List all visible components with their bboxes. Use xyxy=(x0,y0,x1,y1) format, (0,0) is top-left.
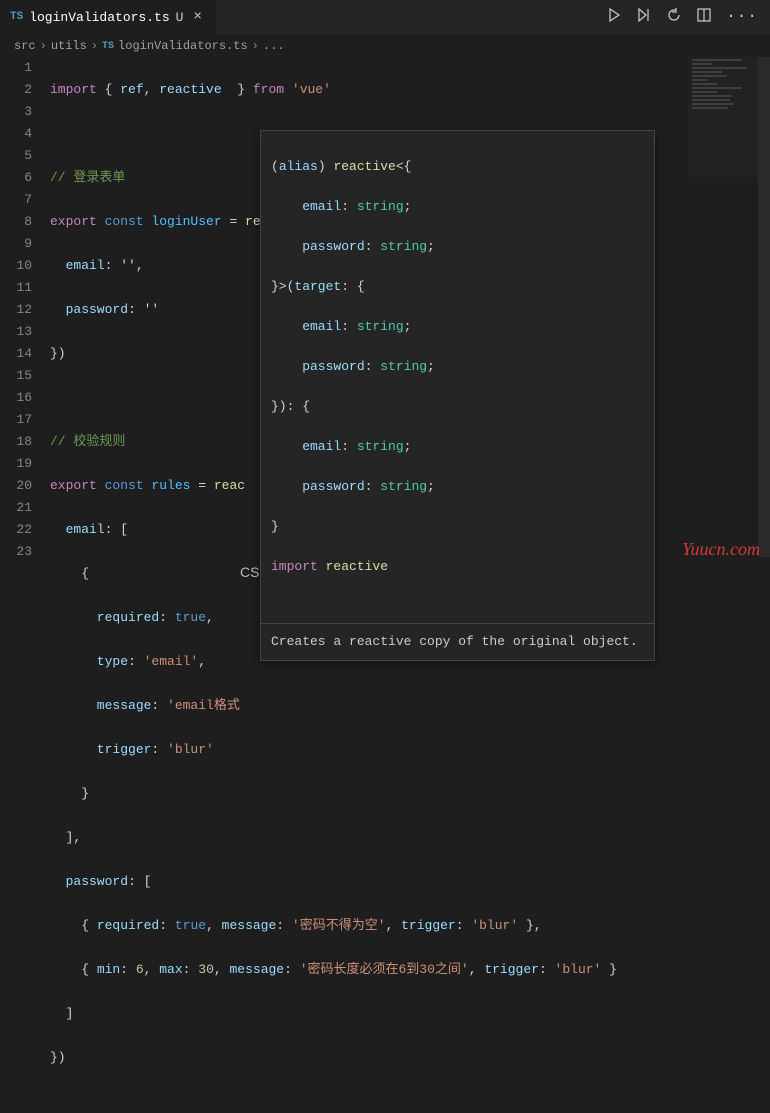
split-editor-icon[interactable] xyxy=(696,7,712,27)
tab-title: loginValidators.ts xyxy=(29,10,169,25)
hover-signature: (alias) reactive<{ email: string; passwo… xyxy=(261,131,654,624)
line-gutter: 1234567891011121314151617181920212223 xyxy=(0,57,50,567)
run-debug-icon[interactable] xyxy=(636,7,652,27)
watermark-yuucn: Yuucn.com xyxy=(682,539,760,560)
run-icon[interactable] xyxy=(606,7,622,27)
more-icon[interactable]: ··· xyxy=(726,7,758,27)
typescript-icon: TS xyxy=(10,11,23,23)
minimap[interactable] xyxy=(688,57,758,177)
tab-modified-status: U xyxy=(176,10,184,25)
tab-bar: TS loginValidators.ts U × ··· xyxy=(0,0,770,35)
breadcrumb-file[interactable]: loginValidators.ts xyxy=(118,39,248,53)
breadcrumb-tail[interactable]: ... xyxy=(263,39,285,53)
typescript-icon: TS xyxy=(102,41,114,52)
chevron-right-icon: › xyxy=(40,39,47,53)
intellisense-hover[interactable]: (alias) reactive<{ email: string; passwo… xyxy=(260,130,655,661)
close-icon[interactable]: × xyxy=(189,9,205,25)
chevron-right-icon: › xyxy=(91,39,98,53)
breadcrumb[interactable]: src › utils › TS loginValidators.ts › ..… xyxy=(0,35,770,57)
refresh-icon[interactable] xyxy=(666,7,682,27)
editor-actions: ··· xyxy=(606,7,770,27)
breadcrumb-part[interactable]: utils xyxy=(51,39,87,53)
vertical-scrollbar[interactable] xyxy=(758,57,770,557)
chevron-right-icon: › xyxy=(252,39,259,53)
hover-description: Creates a reactive copy of the original … xyxy=(261,624,654,660)
editor-tab[interactable]: TS loginValidators.ts U × xyxy=(0,0,216,34)
breadcrumb-part[interactable]: src xyxy=(14,39,36,53)
